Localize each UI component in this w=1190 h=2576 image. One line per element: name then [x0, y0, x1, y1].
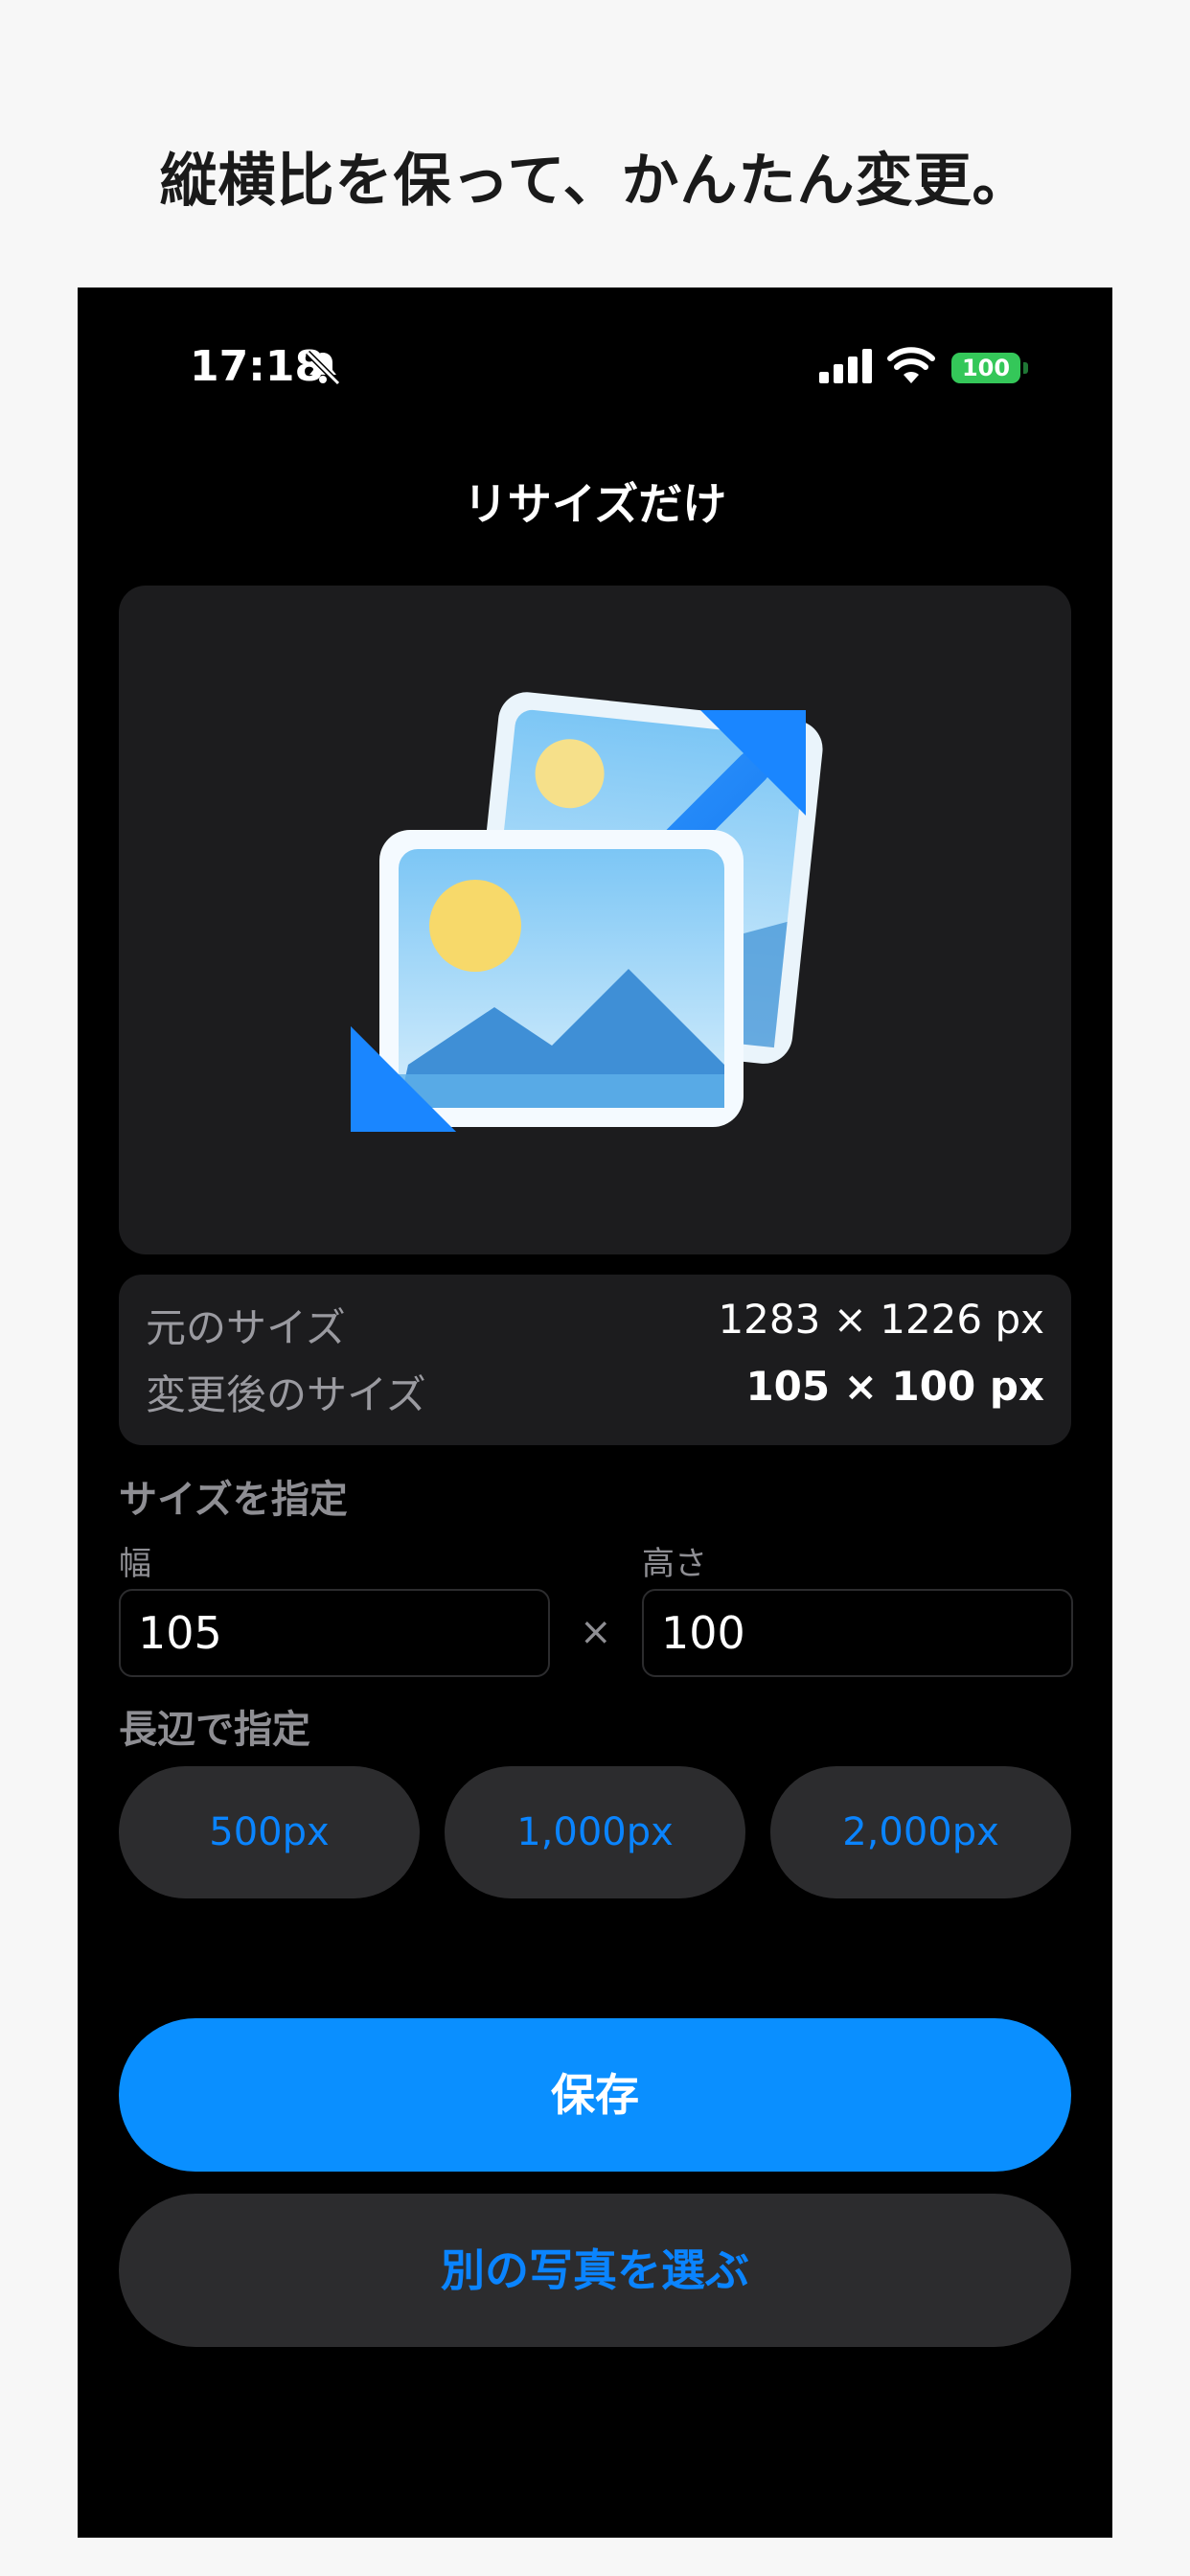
size-info-card: 元のサイズ 1283 × 1226 px 変更後のサイズ 105 × 100 p…: [119, 1275, 1071, 1445]
specify-size-heading: サイズを指定: [119, 1478, 348, 1522]
signal-icon: [819, 349, 872, 383]
long-edge-1000-button[interactable]: 1,000px: [445, 1766, 745, 1898]
width-input[interactable]: 105: [119, 1589, 550, 1677]
nav-title: リサイズだけ: [463, 478, 727, 530]
new-size-value: 105 × 100 px: [745, 1363, 1044, 1410]
width-label: 幅: [119, 1545, 151, 1583]
image-preview[interactable]: [119, 586, 1071, 1254]
save-button[interactable]: 保存: [119, 2018, 1071, 2172]
long-edge-500-button[interactable]: 500px: [119, 1766, 420, 1898]
new-size-row: 変更後のサイズ 105 × 100 px: [146, 1363, 1044, 1420]
wifi-icon: [887, 347, 935, 383]
original-size-value: 1283 × 1226 px: [718, 1296, 1044, 1343]
battery-cap: [1023, 362, 1028, 374]
long-edge-2000-button[interactable]: 2,000px: [770, 1766, 1071, 1898]
headline: 縦横比を保って、かんたん変更。: [159, 148, 1031, 215]
status-bar: 17:18 100: [78, 288, 1112, 393]
height-label: 高さ: [642, 1545, 707, 1583]
original-size-label: 元のサイズ: [146, 1304, 346, 1351]
choose-another-photo-button[interactable]: 別の写真を選ぶ: [119, 2194, 1071, 2347]
times-separator: ×: [580, 1610, 612, 1654]
long-edge-heading: 長辺で指定: [119, 1708, 310, 1752]
photo-resize-icon: [351, 692, 823, 1132]
height-input[interactable]: 100: [642, 1589, 1073, 1677]
bell-slash-icon: [305, 350, 341, 386]
battery-icon: 100: [951, 353, 1020, 383]
new-size-label: 変更後のサイズ: [146, 1371, 426, 1418]
phone-screen: 17:18 100 リサイズだけ 元のサイズ 1283 × 1226 px 変更…: [78, 288, 1112, 2538]
original-size-row: 元のサイズ 1283 × 1226 px: [146, 1296, 1044, 1353]
